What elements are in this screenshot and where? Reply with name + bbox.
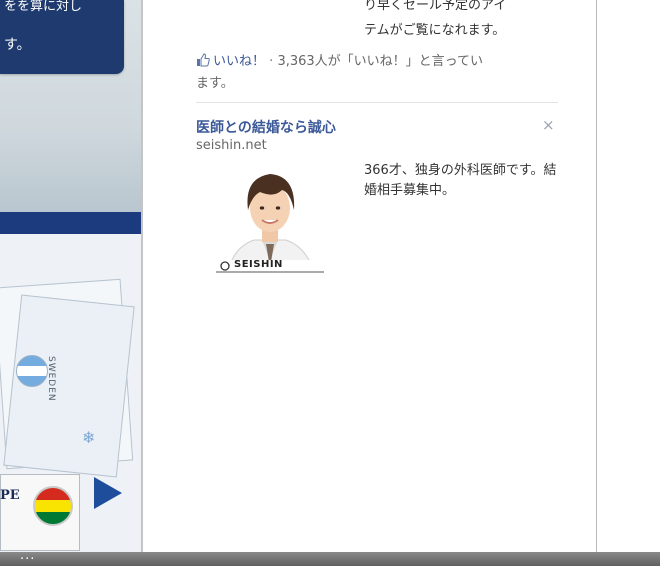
- pe-label: PE: [0, 488, 20, 503]
- ad-domain[interactable]: seishin.net: [196, 138, 267, 153]
- thumbs-up-icon[interactable]: [196, 53, 210, 71]
- blue-band: [0, 212, 141, 234]
- snowflake-icon: ❄: [82, 428, 96, 447]
- like-count: 3,363人が「いいね！」と言ってい: [277, 54, 484, 69]
- left-page-content: をを算に対し す。 SWEDEN ❄ PE: [0, 0, 141, 552]
- like-count-wrap: ます。: [196, 76, 234, 91]
- stamp-text: SWEDEN: [46, 356, 56, 402]
- close-icon[interactable]: ×: [542, 116, 555, 134]
- ad-image[interactable]: SEISHIN: [216, 164, 324, 274]
- like-link[interactable]: いいね！: [213, 54, 265, 69]
- promo-banner[interactable]: をを算に対し す。: [0, 0, 124, 74]
- previous-ad-text: り早くセール予定のアイ: [364, 0, 507, 13]
- status-bar: [0, 552, 660, 566]
- bolivia-flag-icon: [33, 486, 73, 526]
- status-bar-dots: ...: [20, 548, 36, 563]
- previous-ad-text: テムがご覧になれます。: [364, 23, 506, 38]
- panel-divider: [141, 0, 143, 552]
- ad-divider: [196, 102, 558, 103]
- like-row: いいね！ · 3,363人が「いいね！」と言ってい: [196, 50, 483, 71]
- ad-description[interactable]: 366才、独身の外科医師です。結婚相手募集中。: [364, 161, 564, 201]
- ad-title-link[interactable]: 医師との結婚なら誠心: [196, 117, 336, 137]
- argentina-flag-icon: [16, 355, 48, 387]
- ad-image-caption: SEISHIN: [234, 259, 283, 270]
- promo-banner-text-2: す。: [4, 37, 31, 53]
- promo-banner-text-1: をを算に対し: [4, 0, 83, 14]
- sidebar-right-border: [596, 0, 597, 552]
- like-separator: ·: [269, 54, 274, 69]
- document-card: [3, 294, 135, 478]
- next-arrow-icon[interactable]: [94, 477, 122, 509]
